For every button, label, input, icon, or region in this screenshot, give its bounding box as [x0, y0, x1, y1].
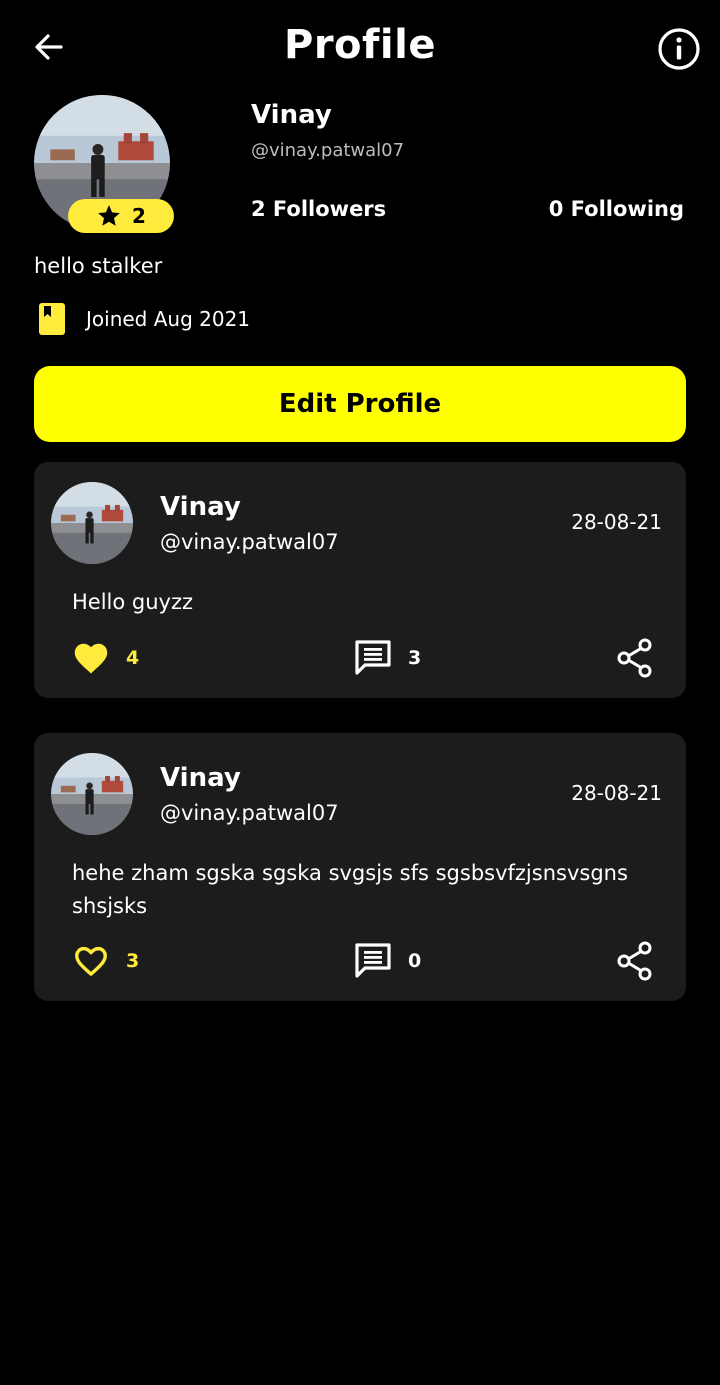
- post-author-handle: @vinay.patwal07: [160, 801, 339, 825]
- comment-count: 0: [408, 950, 422, 972]
- like-count: 4: [126, 647, 140, 669]
- profile-avatar-container[interactable]: 2: [34, 95, 174, 233]
- like-count: 3: [126, 950, 140, 972]
- comment-icon: [355, 640, 391, 675]
- post-actions: 4 3: [34, 636, 686, 680]
- bookmark-icon: [39, 303, 65, 335]
- post-actions: 3 0: [34, 939, 686, 983]
- star-badge: 2: [68, 199, 174, 233]
- share-button[interactable]: [616, 638, 654, 678]
- following-count[interactable]: 0 Following: [549, 197, 684, 221]
- comment-icon: [355, 943, 391, 978]
- badge-count: 2: [132, 204, 146, 228]
- post-text: Hello guyzz: [72, 590, 194, 614]
- edit-profile-button[interactable]: Edit Profile: [34, 366, 686, 442]
- post-text: hehe zham sgska sgska svgsjs sfs sgsbsvf…: [72, 861, 628, 918]
- page-title: Profile: [284, 22, 436, 68]
- like-button[interactable]: 3: [72, 939, 139, 983]
- heart-icon: [74, 643, 108, 674]
- profile-name: Vinay: [251, 100, 332, 130]
- comment-button[interactable]: 3: [354, 636, 421, 680]
- post-card[interactable]: Vinay @vinay.patwal07 28-08-21 hehe zham…: [34, 733, 686, 1001]
- post-date: 28-08-21: [571, 781, 662, 805]
- info-button[interactable]: [656, 26, 702, 72]
- avatar[interactable]: [51, 482, 133, 564]
- comment-button[interactable]: 0: [354, 939, 421, 983]
- share-button[interactable]: [616, 941, 654, 981]
- post-card[interactable]: Vinay @vinay.patwal07 28-08-21 Hello guy…: [34, 462, 686, 698]
- joined-date-row: Joined Aug 2021: [38, 302, 250, 336]
- followers-count[interactable]: 2 Followers: [251, 197, 386, 221]
- post-date: 28-08-21: [571, 510, 662, 534]
- like-button[interactable]: 4: [72, 636, 139, 680]
- post-author-handle: @vinay.patwal07: [160, 530, 339, 554]
- heart-outline-icon: [75, 946, 107, 976]
- star-icon: [98, 205, 120, 226]
- share-icon: [617, 941, 652, 981]
- avatar[interactable]: [51, 753, 133, 835]
- profile-bio: hello stalker: [34, 254, 163, 278]
- joined-date-text: Joined Aug 2021: [86, 307, 251, 331]
- info-circle-icon: [658, 28, 700, 70]
- comment-count: 3: [408, 647, 422, 669]
- share-icon: [617, 638, 652, 678]
- top-app-bar: Profile: [0, 0, 720, 96]
- post-author-name: Vinay: [160, 492, 241, 522]
- post-author-name: Vinay: [160, 763, 241, 793]
- profile-handle: @vinay.patwal07: [251, 140, 405, 161]
